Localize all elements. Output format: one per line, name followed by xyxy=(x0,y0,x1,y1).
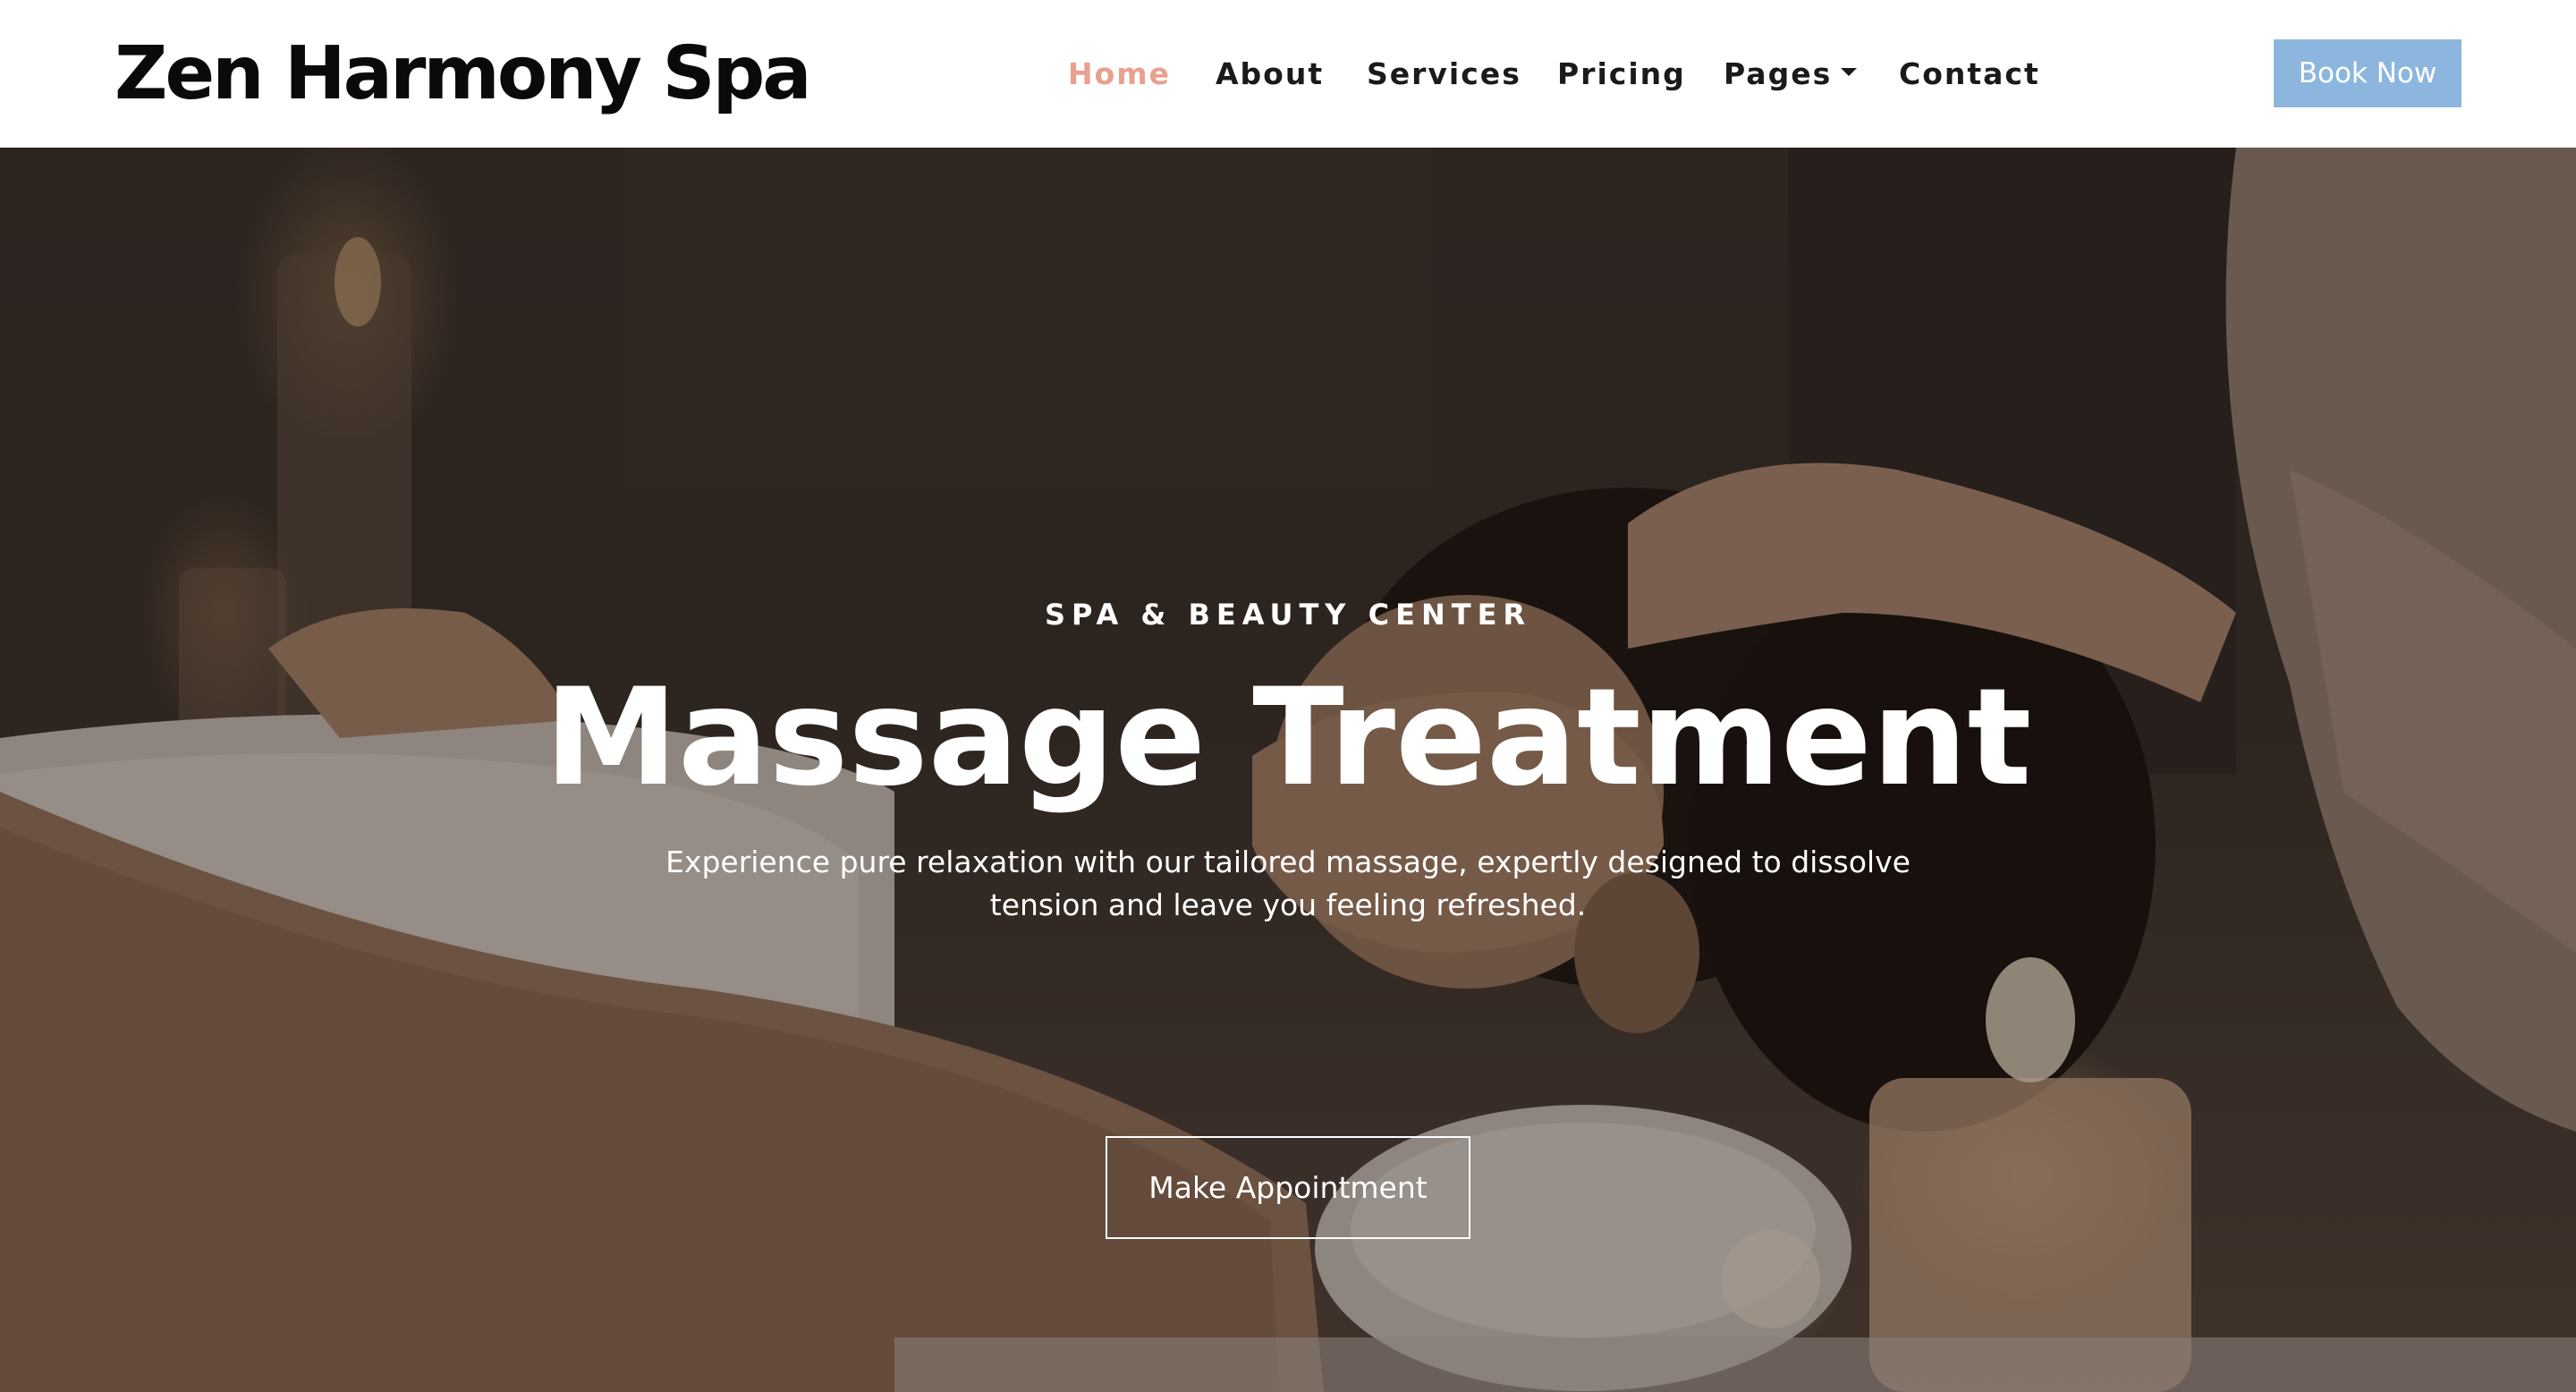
caret-down-icon xyxy=(1841,68,1858,76)
hero-title: Massage Treatment xyxy=(544,660,2032,816)
nav-pages-dropdown[interactable]: Pages xyxy=(1724,52,1858,97)
hero-description: Experience pure relaxation with our tail… xyxy=(665,845,1911,922)
nav-contact[interactable]: Contact xyxy=(1899,52,2040,97)
hero-eyebrow: SPA & BEAUTY CENTER xyxy=(1044,598,1532,632)
nav-about[interactable]: About xyxy=(1216,52,1324,97)
nav-services[interactable]: Services xyxy=(1367,52,1521,97)
main-nav: Home About Services Pricing Pages Contac… xyxy=(0,52,2576,97)
hero-section: SPA & BEAUTY CENTER Massage Treatment Ex… xyxy=(0,148,2576,1392)
hero-content: SPA & BEAUTY CENTER Massage Treatment Ex… xyxy=(0,148,2576,1392)
nav-pricing[interactable]: Pricing xyxy=(1557,52,1686,97)
nav-pages-label: Pages xyxy=(1724,56,1833,91)
make-appointment-button[interactable]: Make Appointment xyxy=(1106,1136,1470,1239)
book-now-button[interactable]: Book Now xyxy=(2274,39,2462,107)
site-header: Zen Harmony Spa Home About Services Pric… xyxy=(0,0,2576,148)
nav-home[interactable]: Home xyxy=(1068,52,1171,97)
